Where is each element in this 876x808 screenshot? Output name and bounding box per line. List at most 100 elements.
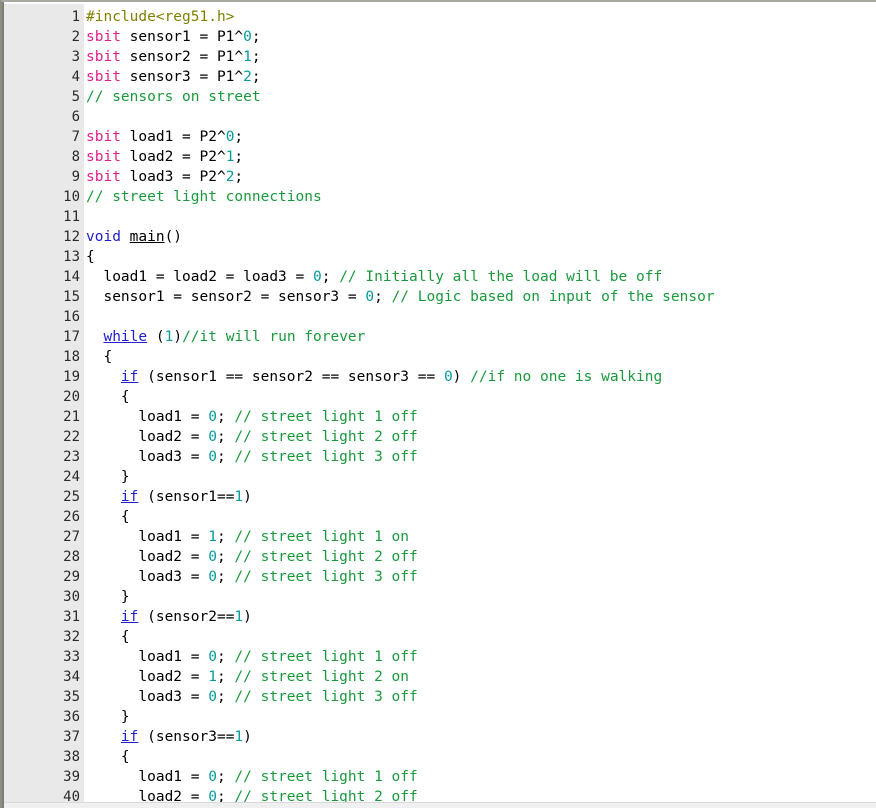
code-line[interactable]: 26 { [4, 507, 876, 527]
code-line[interactable]: 29 load3 = 0; // street light 3 off [4, 567, 876, 587]
code-line-source[interactable]: if (sensor2==1) [84, 607, 252, 627]
line-number[interactable]: 2 [4, 27, 84, 47]
code-line-source[interactable]: if (sensor3==1) [84, 727, 252, 747]
line-number[interactable]: 6 [4, 107, 84, 127]
code-line-source[interactable]: // street light connections [84, 187, 322, 207]
code-line-source[interactable]: void main() [84, 227, 182, 247]
code-line-source[interactable]: sensor1 = sensor2 = sensor3 = 0; // Logi… [84, 287, 714, 307]
code-line[interactable]: 37 if (sensor3==1) [4, 727, 876, 747]
line-number[interactable]: 31 [4, 607, 84, 627]
code-line-source[interactable]: load1 = load2 = load3 = 0; // Initially … [84, 267, 662, 287]
code-line[interactable]: 3 sbit sensor2 = P1^1; [4, 47, 876, 67]
code-line-source[interactable]: load1 = 0; // street light 1 off [84, 647, 417, 667]
code-line-source[interactable]: load3 = 0; // street light 3 off [84, 447, 417, 467]
code-line-source[interactable]: load2 = 0; // street light 2 off [84, 547, 417, 567]
code-lines-container[interactable]: 1 #include<reg51.h> 2 sbit sensor1 = P1^0; 3… [4, 4, 876, 807]
line-number[interactable]: 14 [4, 267, 84, 287]
code-line[interactable]: 5// sensors on street [4, 87, 876, 107]
line-number[interactable]: 1 [4, 7, 84, 27]
line-number[interactable]: 21 [4, 407, 84, 427]
code-line[interactable]: 33 load1 = 0; // street light 1 off [4, 647, 876, 667]
code-line[interactable]: 39 load1 = 0; // street light 1 off [4, 767, 876, 787]
code-line[interactable]: 34 load2 = 1; // street light 2 on [4, 667, 876, 687]
line-number[interactable]: 5 [4, 87, 84, 107]
code-line[interactable]: 20 { [4, 387, 876, 407]
code-line-source[interactable]: load1 = 1; // street light 1 on [84, 527, 409, 547]
line-number[interactable]: 28 [4, 547, 84, 567]
code-line-source[interactable]: load3 = 0; // street light 3 off [84, 567, 417, 587]
line-number[interactable]: 37 [4, 727, 84, 747]
code-line-source[interactable]: load2 = 0; // street light 2 off [84, 427, 417, 447]
line-number[interactable]: 7 [4, 127, 84, 147]
line-number[interactable]: 35 [4, 687, 84, 707]
line-number[interactable]: 8 [4, 147, 84, 167]
code-line-source[interactable]: load2 = 1; // street light 2 on [84, 667, 409, 687]
code-line-source[interactable]: if (sensor1 == sensor2 == sensor3 == 0) … [84, 367, 662, 387]
code-line[interactable]: 9 sbit load3 = P2^2; [4, 167, 876, 187]
code-line[interactable]: 24 } [4, 467, 876, 487]
code-line-source[interactable]: { [84, 387, 130, 407]
code-line-source[interactable]: sbit load2 = P2^1; [84, 147, 243, 167]
line-number[interactable]: 32 [4, 627, 84, 647]
code-line[interactable]: 1 #include<reg51.h> [4, 7, 876, 27]
line-number[interactable]: 23 [4, 447, 84, 467]
code-line-source[interactable]: while (1)//it will run forever [84, 327, 365, 347]
line-number[interactable]: 3 [4, 47, 84, 67]
code-line[interactable]: 8 sbit load2 = P2^1; [4, 147, 876, 167]
code-line-source[interactable]: sbit sensor2 = P1^1; [84, 47, 261, 67]
code-line[interactable]: 30 } [4, 587, 876, 607]
code-line[interactable]: 28 load2 = 0; // street light 2 off [4, 547, 876, 567]
code-line-source[interactable]: } [84, 707, 130, 727]
line-number[interactable]: 17 [4, 327, 84, 347]
line-number[interactable]: 33 [4, 647, 84, 667]
line-number[interactable]: 27 [4, 527, 84, 547]
code-line-source[interactable]: #include<reg51.h> [84, 7, 234, 27]
code-line[interactable]: 17 while (1)//it will run forever [4, 327, 876, 347]
code-line[interactable]: 32 { [4, 627, 876, 647]
line-number[interactable]: 26 [4, 507, 84, 527]
code-line-source[interactable]: sbit sensor1 = P1^0; [84, 27, 261, 47]
code-line[interactable]: 16 [4, 307, 876, 327]
code-line-source[interactable]: } [84, 587, 130, 607]
code-line[interactable]: 27 load1 = 1; // street light 1 on [4, 527, 876, 547]
code-line-source[interactable]: { [84, 507, 130, 527]
line-number[interactable]: 12 [4, 227, 84, 247]
code-editor-pane[interactable]: 1 #include<reg51.h> 2 sbit sensor1 = P1^0; 3… [0, 0, 876, 808]
line-number[interactable]: 16 [4, 307, 84, 327]
code-line-source[interactable]: { [84, 747, 130, 767]
line-number[interactable]: 25 [4, 487, 84, 507]
code-line[interactable]: 4 sbit sensor3 = P1^2; [4, 67, 876, 87]
code-line-source[interactable]: load3 = 0; // street light 3 off [84, 687, 417, 707]
code-line[interactable]: 38 { [4, 747, 876, 767]
code-line-source[interactable]: if (sensor1==1) [84, 487, 252, 507]
line-number[interactable]: 39 [4, 767, 84, 787]
code-line-source[interactable]: load1 = 0; // street light 1 off [84, 767, 417, 787]
line-number[interactable]: 9 [4, 167, 84, 187]
line-number[interactable]: 13 [4, 247, 84, 267]
line-number[interactable]: 38 [4, 747, 84, 767]
code-line-source[interactable]: { [84, 247, 95, 267]
line-number[interactable]: 22 [4, 427, 84, 447]
line-number[interactable]: 10 [4, 187, 84, 207]
line-number[interactable]: 30 [4, 587, 84, 607]
line-number[interactable]: 24 [4, 467, 84, 487]
code-line[interactable]: 12 void main() [4, 227, 876, 247]
code-surface[interactable]: 1 #include<reg51.h> 2 sbit sensor1 = P1^0; 3… [4, 4, 876, 808]
code-line[interactable]: 35 load3 = 0; // street light 3 off [4, 687, 876, 707]
code-line-source[interactable]: sbit load3 = P2^2; [84, 167, 243, 187]
code-line[interactable]: 11 [4, 207, 876, 227]
code-line[interactable]: 14 load1 = load2 = load3 = 0; // Initial… [4, 267, 876, 287]
code-line[interactable]: 15 sensor1 = sensor2 = sensor3 = 0; // L… [4, 287, 876, 307]
code-line-source[interactable]: load1 = 0; // street light 1 off [84, 407, 417, 427]
line-number[interactable]: 18 [4, 347, 84, 367]
code-line[interactable]: 21 load1 = 0; // street light 1 off [4, 407, 876, 427]
code-line[interactable]: 25 if (sensor1==1) [4, 487, 876, 507]
code-line[interactable]: 31 if (sensor2==1) [4, 607, 876, 627]
line-number[interactable]: 36 [4, 707, 84, 727]
code-line[interactable]: 36 } [4, 707, 876, 727]
code-line[interactable]: 13{ [4, 247, 876, 267]
line-number[interactable]: 15 [4, 287, 84, 307]
line-number[interactable]: 19 [4, 367, 84, 387]
code-line[interactable]: 18 { [4, 347, 876, 367]
line-number[interactable]: 29 [4, 567, 84, 587]
